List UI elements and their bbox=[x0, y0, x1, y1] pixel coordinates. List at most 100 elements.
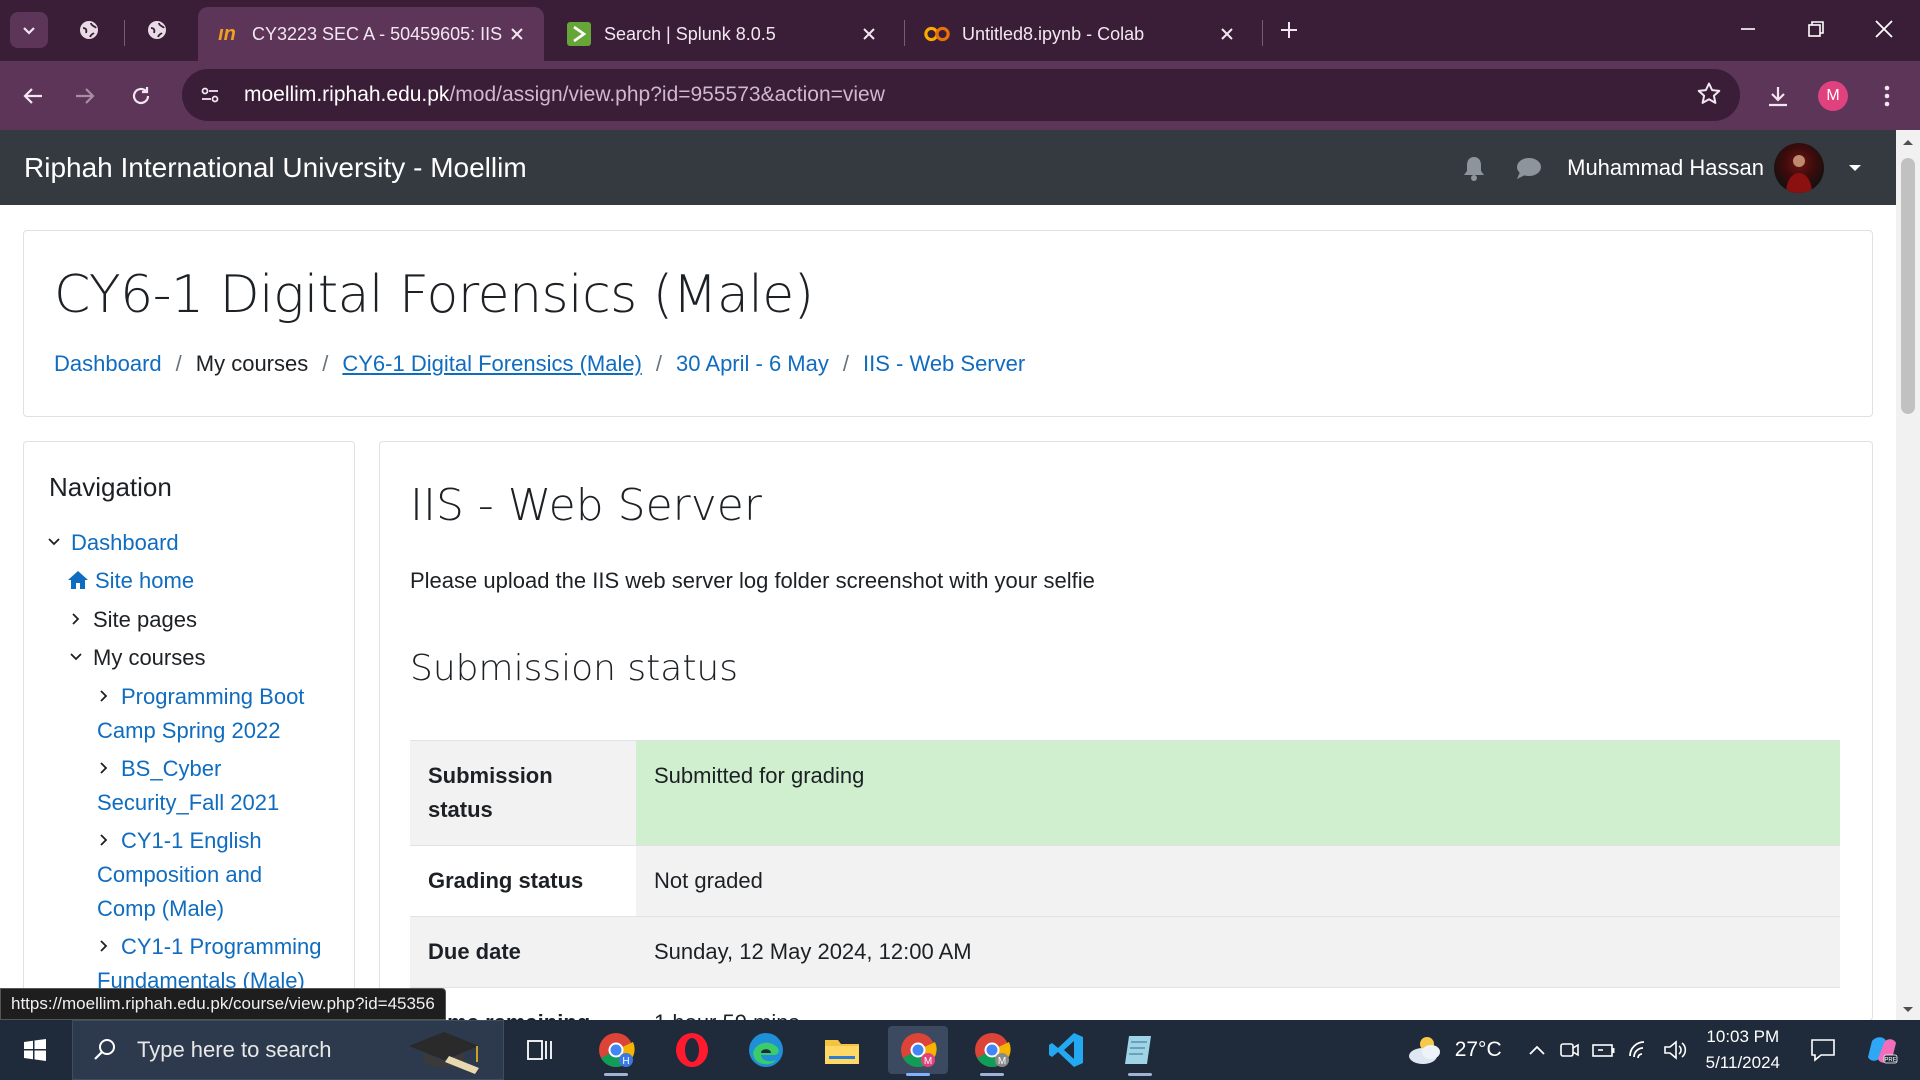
minimize-icon bbox=[1741, 28, 1755, 30]
close-window-button[interactable] bbox=[1850, 0, 1918, 58]
close-icon[interactable] bbox=[506, 23, 528, 45]
chevron-down-icon bbox=[23, 27, 35, 35]
breadcrumb-separator: / bbox=[842, 351, 849, 376]
nav-item-label[interactable]: Site pages bbox=[93, 603, 197, 637]
nav-item-site-pages[interactable]: Site pages bbox=[69, 603, 197, 637]
chevron-right-icon[interactable] bbox=[97, 833, 111, 847]
taskbar-opera[interactable] bbox=[662, 1026, 722, 1074]
close-icon[interactable] bbox=[1216, 23, 1238, 45]
start-button[interactable] bbox=[12, 1032, 58, 1068]
battery-icon[interactable] bbox=[1590, 1041, 1616, 1059]
scroll-down-arrow-icon[interactable] bbox=[1896, 1002, 1920, 1018]
downloads-button[interactable] bbox=[1757, 75, 1799, 117]
page-header: CY6-1 Digital Forensics (Male) Dashboard… bbox=[23, 230, 1873, 417]
tab-search-button[interactable] bbox=[10, 12, 48, 48]
pinned-tab-2[interactable] bbox=[138, 12, 176, 48]
scroll-up-arrow-icon[interactable] bbox=[1896, 134, 1920, 150]
taskbar-edge[interactable] bbox=[736, 1026, 796, 1074]
tab-moellim[interactable]: ın CY3223 SEC A - 50459605: IIS - bbox=[198, 7, 544, 61]
volume-icon[interactable] bbox=[1662, 1039, 1688, 1061]
meet-now-icon[interactable] bbox=[1558, 1039, 1580, 1061]
nav-course-label[interactable]: Composition and bbox=[97, 862, 262, 887]
tab-splunk[interactable]: Search | Splunk 8.0.5 bbox=[550, 7, 896, 61]
browser-toolbar: moellim.riphah.edu.pk/mod/assign/view.ph… bbox=[0, 61, 1920, 130]
breadcrumb-dashboard[interactable]: Dashboard bbox=[54, 351, 162, 377]
taskbar-chrome-h[interactable]: H bbox=[586, 1026, 646, 1076]
site-name-link[interactable]: Riphah International University - Moelli… bbox=[24, 152, 527, 184]
nav-item-label[interactable]: Dashboard bbox=[71, 526, 179, 560]
tab-colab[interactable]: Untitled8.ipynb - Colab bbox=[908, 7, 1254, 61]
browser-menu-button[interactable] bbox=[1866, 75, 1908, 117]
browser-tab-bar: ın CY3223 SEC A - 50459605: IIS - Search… bbox=[0, 0, 1920, 61]
moellim-favicon-icon: ın bbox=[218, 22, 236, 45]
user-name[interactable]: Muhammad Hassan bbox=[1567, 155, 1764, 181]
profile-avatar: M bbox=[1818, 81, 1848, 111]
nav-item-site-home[interactable]: Site home bbox=[67, 564, 194, 598]
wifi-icon[interactable] bbox=[1628, 1040, 1652, 1060]
chevron-right-icon[interactable] bbox=[97, 689, 111, 703]
taskbar-app-notes[interactable] bbox=[1110, 1026, 1170, 1076]
url-path: /mod/assign/view.php?id=955573&action=vi… bbox=[449, 83, 885, 106]
breadcrumb-activity[interactable]: IIS - Web Server bbox=[863, 351, 1025, 377]
tab-separator bbox=[1262, 20, 1263, 46]
plus-icon bbox=[1281, 22, 1297, 38]
nav-item-dashboard[interactable]: Dashboard bbox=[47, 526, 179, 560]
forward-button[interactable] bbox=[64, 75, 106, 117]
nav-course-label[interactable]: Programming Boot bbox=[121, 684, 304, 709]
chevron-down-icon[interactable] bbox=[47, 526, 71, 560]
nav-item-label[interactable]: My courses bbox=[93, 641, 205, 675]
tray-overflow-chevron-icon[interactable] bbox=[1528, 1044, 1546, 1056]
notification-bell-icon[interactable] bbox=[1461, 154, 1487, 182]
reload-button[interactable] bbox=[120, 75, 162, 117]
pinned-tab-1[interactable] bbox=[70, 12, 108, 48]
bookmark-star-icon[interactable] bbox=[1696, 81, 1722, 107]
nav-course-label[interactable]: CY1-1 English bbox=[121, 828, 262, 853]
messages-icon[interactable] bbox=[1515, 155, 1543, 181]
row-label: Grading status bbox=[410, 845, 636, 917]
site-info-icon[interactable] bbox=[190, 75, 230, 115]
nav-course-item[interactable]: BS_Cyber Security_Fall 2021 bbox=[97, 752, 337, 820]
weather-icon[interactable] bbox=[1405, 1032, 1445, 1068]
taskbar-chrome-m2[interactable]: M bbox=[962, 1026, 1022, 1076]
task-view-button[interactable] bbox=[510, 1026, 570, 1074]
nav-course-label[interactable]: CY1-1 Programming bbox=[121, 934, 322, 959]
nav-item-my-courses[interactable]: My courses bbox=[69, 641, 205, 675]
nav-course-label[interactable]: Camp Spring 2022 bbox=[97, 718, 280, 743]
tab-separator bbox=[904, 20, 905, 46]
user-menu-caret-icon[interactable] bbox=[1848, 163, 1862, 173]
address-bar[interactable]: moellim.riphah.edu.pk/mod/assign/view.ph… bbox=[182, 69, 1740, 121]
chevron-right-icon[interactable] bbox=[69, 603, 93, 637]
breadcrumb-section[interactable]: 30 April - 6 May bbox=[676, 351, 829, 377]
nav-course-item[interactable]: CY1-1 English Composition and Comp (Male… bbox=[97, 824, 337, 926]
notification-center-icon[interactable] bbox=[1810, 1038, 1836, 1062]
nav-course-label[interactable]: BS_Cyber bbox=[121, 756, 221, 781]
taskbar-file-explorer[interactable] bbox=[812, 1026, 872, 1074]
taskbar-vscode[interactable] bbox=[1036, 1026, 1096, 1074]
taskbar-chrome-m-active[interactable]: M bbox=[888, 1026, 948, 1076]
restore-button[interactable] bbox=[1782, 0, 1850, 58]
chevron-down-icon[interactable] bbox=[69, 641, 93, 675]
breadcrumb-separator: / bbox=[175, 351, 182, 376]
taskbar-search[interactable]: Type here to search bbox=[72, 1020, 504, 1080]
weather-temperature[interactable]: 27°C bbox=[1455, 1038, 1502, 1062]
chrome-icon: H bbox=[599, 1033, 635, 1067]
minimize-button[interactable] bbox=[1714, 0, 1782, 58]
scrollbar-thumb[interactable] bbox=[1901, 158, 1915, 414]
chevron-right-icon[interactable] bbox=[97, 761, 111, 775]
new-tab-button[interactable] bbox=[1270, 12, 1308, 48]
clock-time: 10:03 PM bbox=[1706, 1027, 1780, 1046]
chevron-right-icon[interactable] bbox=[97, 939, 111, 953]
nav-course-item[interactable]: Programming Boot Camp Spring 2022 bbox=[97, 680, 337, 748]
nav-item-label[interactable]: Site home bbox=[95, 564, 194, 598]
close-icon[interactable] bbox=[858, 23, 880, 45]
clock-date: 5/11/2024 bbox=[1705, 1053, 1780, 1072]
nav-course-label[interactable]: Security_Fall 2021 bbox=[97, 790, 279, 815]
profile-button[interactable]: M bbox=[1812, 75, 1854, 117]
breadcrumb-course[interactable]: CY6-1 Digital Forensics (Male) bbox=[342, 351, 642, 377]
taskbar-clock[interactable]: 10:03 PM 5/11/2024 bbox=[1706, 1024, 1780, 1076]
page-scrollbar[interactable] bbox=[1896, 130, 1920, 1020]
back-button[interactable] bbox=[12, 75, 54, 117]
nav-course-label[interactable]: Comp (Male) bbox=[97, 896, 224, 921]
user-avatar[interactable] bbox=[1774, 142, 1824, 193]
copilot-icon[interactable]: PRE bbox=[1866, 1035, 1898, 1065]
